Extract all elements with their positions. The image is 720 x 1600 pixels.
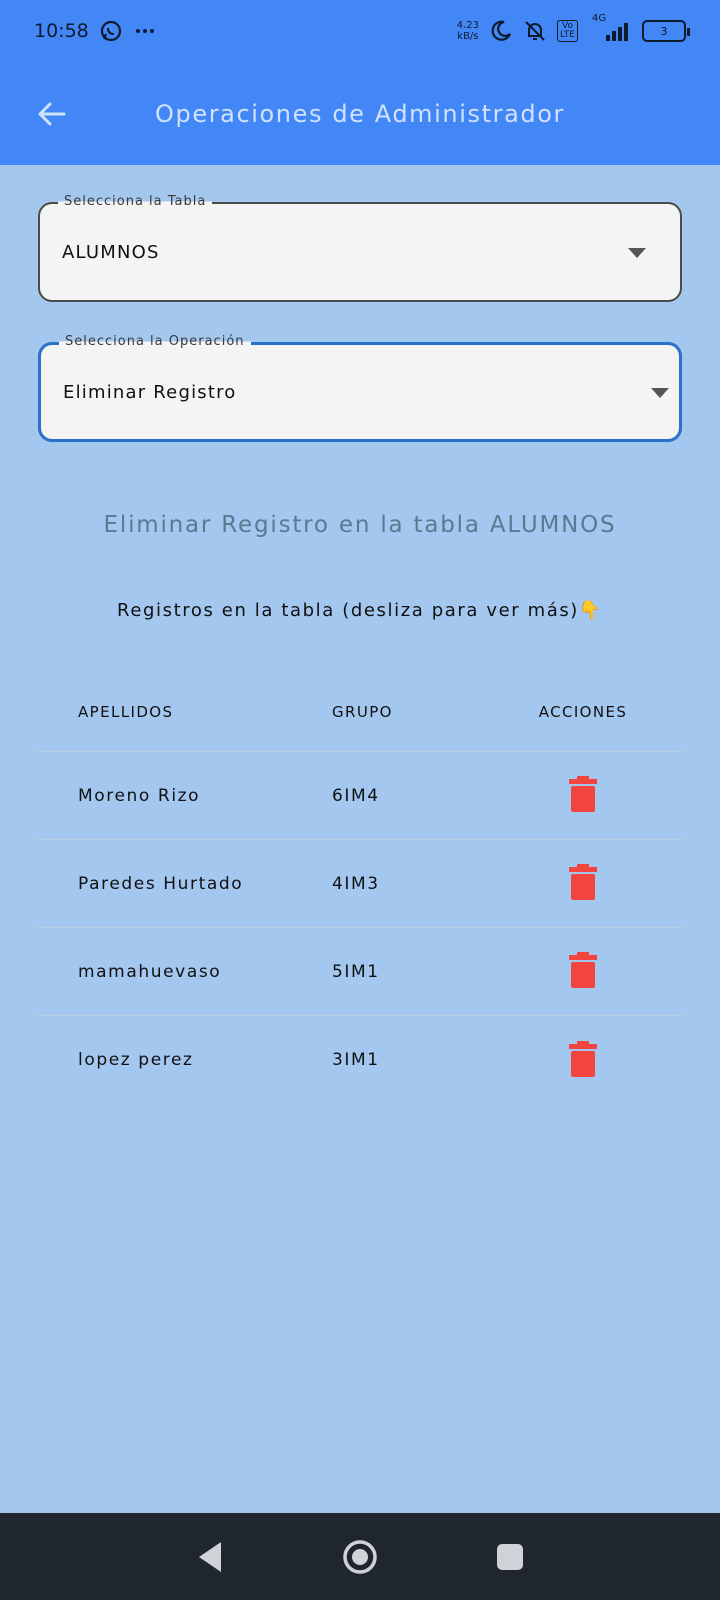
- nav-back-button[interactable]: [185, 1532, 235, 1582]
- more-notifications-icon: [133, 19, 157, 43]
- network-speed: 4.23 kB/s: [457, 20, 479, 42]
- cell-grupo: 6IM4: [332, 785, 380, 806]
- trash-icon: [569, 1040, 597, 1077]
- battery-level: 3: [660, 24, 668, 38]
- cell-grupo: 4IM3: [332, 873, 380, 894]
- cell-grupo: 3IM1: [332, 1050, 380, 1070]
- system-nav-bar: [0, 1513, 720, 1600]
- cell-apellidos: lopez perez: [78, 1050, 194, 1070]
- section-subtitle: Registros en la tabla (desliza para ver …: [117, 600, 603, 621]
- trash-icon: [569, 952, 597, 988]
- delete-button[interactable]: [563, 950, 603, 990]
- table-row: mamahuevaso 5IM1: [36, 928, 684, 1016]
- cell-acciones: [482, 774, 684, 817]
- table-header: APELLIDOS GRUPO ACCIONES: [36, 672, 684, 752]
- delete-button[interactable]: [563, 862, 603, 902]
- circle-home-icon: [343, 1539, 377, 1574]
- status-left: 10:58: [34, 19, 157, 43]
- volte-bottom: LTE: [560, 30, 575, 40]
- status-right: 4.23 kB/s Vo LTE 4G 3: [457, 13, 690, 43]
- operation-select-value: Eliminar Registro: [63, 382, 237, 403]
- square-recents-icon: [497, 1543, 523, 1570]
- delete-button[interactable]: [563, 1039, 603, 1079]
- battery-icon: 3: [642, 20, 690, 42]
- moon-icon: [489, 19, 513, 43]
- triangle-back-icon: [199, 1541, 221, 1572]
- signal-type: 4G: [592, 13, 607, 24]
- header-acciones: ACCIONES: [538, 702, 628, 721]
- table-row: Moreno Rizo 6IM4: [36, 752, 684, 840]
- cell-apellidos: Moreno Rizo: [78, 785, 201, 806]
- table-select[interactable]: Selecciona la Tabla ALUMNOS: [38, 194, 682, 302]
- app-bar: Operaciones de Administrador: [0, 62, 720, 165]
- signal-icon: 4G: [588, 13, 632, 43]
- operation-select[interactable]: Selecciona la Operación Eliminar Registr…: [38, 334, 682, 442]
- network-speed-unit: kB/s: [457, 31, 479, 42]
- cell-apellidos: mamahuevaso: [78, 961, 222, 982]
- table-row: lopez perez 3IM1: [36, 1016, 684, 1104]
- header-apellidos: APELLIDOS: [78, 702, 174, 721]
- caret-down-icon: [628, 248, 646, 258]
- operation-select-label: Selecciona la Operación: [59, 334, 251, 349]
- whatsapp-icon: [99, 19, 123, 43]
- table-select-label: Selecciona la Tabla: [58, 194, 213, 209]
- volte-icon: Vo LTE: [557, 20, 578, 42]
- cell-acciones: [482, 1039, 684, 1082]
- cell-grupo: 5IM1: [332, 961, 380, 982]
- records-table[interactable]: APELLIDOS GRUPO ACCIONES Moreno Rizo 6IM…: [36, 672, 684, 1104]
- caret-down-icon: [651, 388, 669, 398]
- network-speed-value: 4.23: [456, 20, 480, 31]
- status-bar: 10:58 4.23 kB/s Vo LTE 4G 3: [0, 0, 720, 62]
- cell-apellidos: Paredes Hurtado: [78, 873, 244, 894]
- nav-recents-button[interactable]: [485, 1532, 535, 1582]
- table-row: Paredes Hurtado 4IM3: [36, 840, 684, 928]
- trash-icon: [569, 864, 597, 900]
- section-title: Eliminar Registro en la tabla ALUMNOS: [103, 512, 617, 538]
- cell-acciones: [482, 862, 684, 905]
- delete-button[interactable]: [563, 774, 603, 814]
- header-grupo: GRUPO: [332, 702, 393, 721]
- bell-off-icon: [523, 19, 547, 43]
- status-time: 10:58: [34, 20, 89, 42]
- nav-home-button[interactable]: [335, 1532, 385, 1582]
- trash-icon: [569, 776, 597, 812]
- cell-acciones: [482, 950, 684, 993]
- table-select-value: ALUMNOS: [62, 242, 160, 263]
- page-title: Operaciones de Administrador: [155, 99, 565, 128]
